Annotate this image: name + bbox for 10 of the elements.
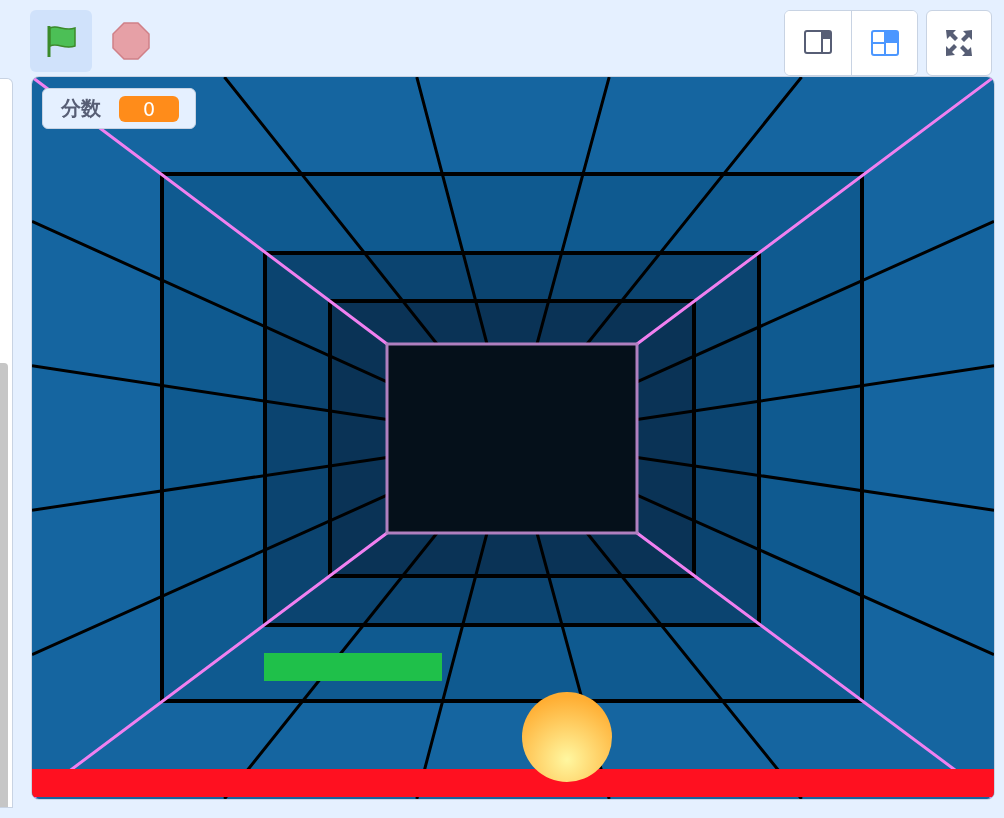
stage-size-button[interactable] xyxy=(851,11,917,75)
monitor-value: 0 xyxy=(119,95,179,122)
layout-icon xyxy=(869,29,900,57)
scrollbar[interactable] xyxy=(0,363,8,807)
layout-icon xyxy=(803,29,833,57)
run-button[interactable] xyxy=(30,10,92,72)
fullscreen-icon xyxy=(944,28,974,58)
stop-icon xyxy=(111,21,151,61)
monitor-label: 分数 xyxy=(61,95,101,122)
fullscreen-button[interactable] xyxy=(926,10,992,76)
